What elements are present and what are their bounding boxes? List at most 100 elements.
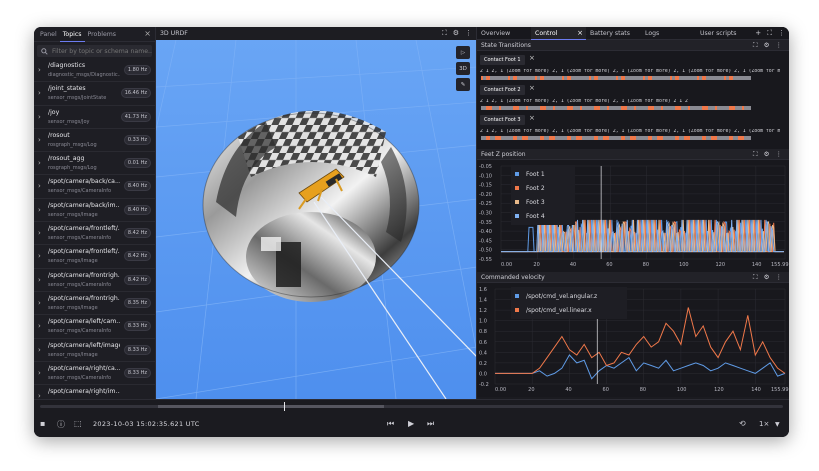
chevron-right-icon[interactable]: › (38, 252, 41, 260)
panel-3d-urdf[interactable]: 3D URDF ⛶ ⚙ ⋮ ▷ 3D ✎ (156, 27, 477, 399)
chevron-right-icon[interactable]: › (38, 276, 41, 284)
topic-name: /spot/camera/right/im... (48, 388, 120, 396)
sidebar-tabs: Panel Topics Problems × (34, 27, 155, 42)
legend-item[interactable]: Foot 1 (515, 167, 571, 181)
close-icon[interactable]: × (577, 27, 583, 40)
more-icon[interactable]: ⋮ (776, 150, 785, 158)
topic-row[interactable]: › /spot/camera/left/image sensor_msgs/Imag… (34, 339, 155, 362)
topic-schema: sensor_msgs/CameraInfo (48, 281, 112, 288)
playback-speed[interactable]: 1× (759, 420, 769, 428)
close-icon[interactable]: × (529, 84, 535, 92)
tab-control[interactable]: Control × (531, 27, 586, 40)
topic-row[interactable]: › /spot/camera/frontleft/... sensor_msgs/I… (34, 245, 155, 269)
gear-icon[interactable]: ⚙ (764, 273, 772, 281)
topic-row[interactable]: › /rosout rosgraph_msgs/Log 0.33 Hz (34, 129, 155, 153)
close-icon[interactable]: × (529, 54, 535, 62)
chevron-right-icon[interactable]: › (38, 136, 41, 144)
chevron-right-icon[interactable]: › (38, 322, 41, 330)
state-segment (501, 136, 508, 140)
legend-swatch (515, 294, 519, 298)
topic-row[interactable]: › /rosout_agg rosgraph_msgs/Log 0.01 Hz (34, 152, 155, 176)
chevron-right-icon[interactable]: › (38, 182, 41, 190)
tab-overview[interactable]: Overview (477, 27, 531, 40)
gear-icon[interactable]: ⚙ (764, 41, 772, 49)
chevron-right-icon[interactable]: › (38, 159, 41, 167)
3d-viewport[interactable] (156, 27, 477, 399)
topic-row[interactable]: › /spot/camera/left/cam... sensor_msgs/Cam… (34, 315, 155, 339)
select-tool-icon[interactable]: ▷ (456, 46, 470, 59)
feet-z-chart[interactable]: -0.05 -0.10 -0.15 -0.20 -0.25 -0.30 -0.35 -0.40… (477, 160, 789, 272)
chevron-right-icon[interactable]: › (38, 369, 41, 377)
gear-icon[interactable]: ⚙ (764, 150, 772, 158)
topic-row[interactable]: › /diagnostics diagnostic_msgs/Diagnostic.… (34, 59, 155, 83)
skip-forward-icon[interactable]: ⏭ (427, 419, 434, 429)
play-icon[interactable]: ▶ (408, 419, 414, 428)
add-tab-icon[interactable]: + (755, 29, 761, 38)
chevron-right-icon[interactable]: › (38, 346, 41, 354)
chevron-right-icon[interactable]: › (38, 66, 41, 74)
x-tick-label: 155.99 (771, 262, 789, 268)
velocity-chart[interactable]: 1.6 1.4 1.2 1.0 0.8 0.6 0.4 0.2 0.0 -0.2 0.00 20 40 6… (477, 283, 789, 397)
state-segment (600, 106, 607, 110)
topic-name: /rosout (48, 131, 70, 139)
legend-item[interactable]: Foot 4 (515, 209, 571, 223)
tab-panel[interactable]: Panel (37, 27, 60, 42)
more-icon[interactable]: ⋮ (776, 273, 785, 281)
topic-row[interactable]: › /spot/camera/frontrigh... sensor_msgs/Im… (34, 292, 155, 316)
frame-icon[interactable]: ⬚ (74, 419, 82, 428)
close-icon[interactable]: × (529, 114, 535, 122)
topic-row[interactable]: › /spot/camera/back/im... sensor_msgs/Imag… (34, 199, 155, 223)
fullscreen-icon[interactable]: ⛶ (442, 29, 447, 38)
ruler-icon[interactable]: ✎ (456, 78, 470, 91)
record-icon[interactable]: ▪ (40, 419, 45, 428)
playhead[interactable] (284, 402, 285, 411)
fullscreen-icon[interactable]: ⛶ (767, 29, 772, 38)
topic-row[interactable]: › /spot/camera/frontrigh... sensor_msgs/Ca… (34, 269, 155, 292)
loop-icon[interactable]: ⟲ (739, 419, 746, 428)
topic-row[interactable]: › /spot/camera/right/ca... sensor_msgs/Cam… (34, 362, 155, 386)
x-tick-label: 20 (528, 387, 534, 393)
fullscreen-icon[interactable]: ⛶ (753, 273, 760, 281)
legend-item[interactable]: Foot 2 (515, 181, 571, 195)
topic-row[interactable]: › /spot/camera/frontleft/... sensor_msgs/C… (34, 222, 155, 246)
skip-back-icon[interactable]: ⏮ (387, 419, 394, 429)
chevron-right-icon[interactable]: › (38, 113, 41, 121)
topic-row[interactable]: › /spot/camera/back/ca... sensor_msgs/Came… (34, 175, 155, 199)
toggle-3d-button[interactable]: 3D (456, 62, 470, 75)
state-transitions-panel[interactable]: Contact Foot 1 × 2 1 2, 1 (Zoom for more) … (477, 51, 789, 149)
chevron-right-icon[interactable]: › (38, 299, 41, 307)
legend-item[interactable]: Foot 3 (515, 195, 571, 209)
tab-logs[interactable]: Logs (641, 27, 696, 40)
state-segment (717, 76, 724, 80)
more-icon[interactable]: ⋮ (778, 29, 785, 38)
x-tick-label: 100 (679, 262, 689, 268)
info-icon[interactable]: ⓘ (57, 419, 65, 430)
legend-swatch (515, 186, 519, 190)
topic-row[interactable]: › /joint_states sensor_msgs/JointState 16.4… (34, 82, 155, 106)
y-tick-label: 1.2 (479, 308, 487, 314)
fullscreen-icon[interactable]: ⛶ (753, 41, 760, 49)
close-icon[interactable]: × (144, 29, 151, 38)
chevron-right-icon[interactable]: › (38, 206, 41, 214)
more-icon[interactable]: ⋮ (465, 29, 472, 38)
timeline-scrubber[interactable] (40, 402, 783, 411)
x-tick-label: 120 (714, 387, 724, 393)
search-input[interactable] (52, 47, 152, 55)
tab-battery-stats[interactable]: Battery stats (586, 27, 641, 40)
state-segment (528, 76, 535, 80)
chevron-down-icon[interactable]: ▼ (775, 421, 780, 428)
more-icon[interactable]: ⋮ (776, 41, 785, 49)
chevron-right-icon[interactable]: › (38, 89, 41, 97)
topic-filter[interactable] (37, 45, 152, 57)
tab-user-scripts[interactable]: User scripts (696, 27, 756, 40)
legend-label: Foot 1 (526, 170, 545, 178)
tab-topics[interactable]: Topics (59, 27, 85, 42)
chevron-right-icon[interactable]: › (38, 229, 41, 237)
y-tick-label: 0.0 (479, 371, 487, 377)
tab-problems[interactable]: Problems (85, 27, 120, 42)
topic-row[interactable]: › /joy sensor_msgs/Joy 41.73 Hz (34, 106, 155, 129)
gear-icon[interactable]: ⚙ (453, 29, 459, 38)
fullscreen-icon[interactable]: ⛶ (753, 150, 760, 158)
legend-item[interactable]: /spot/cmd_vel.linear.x (515, 303, 623, 317)
legend-item[interactable]: /spot/cmd_vel.angular.z (515, 289, 623, 303)
